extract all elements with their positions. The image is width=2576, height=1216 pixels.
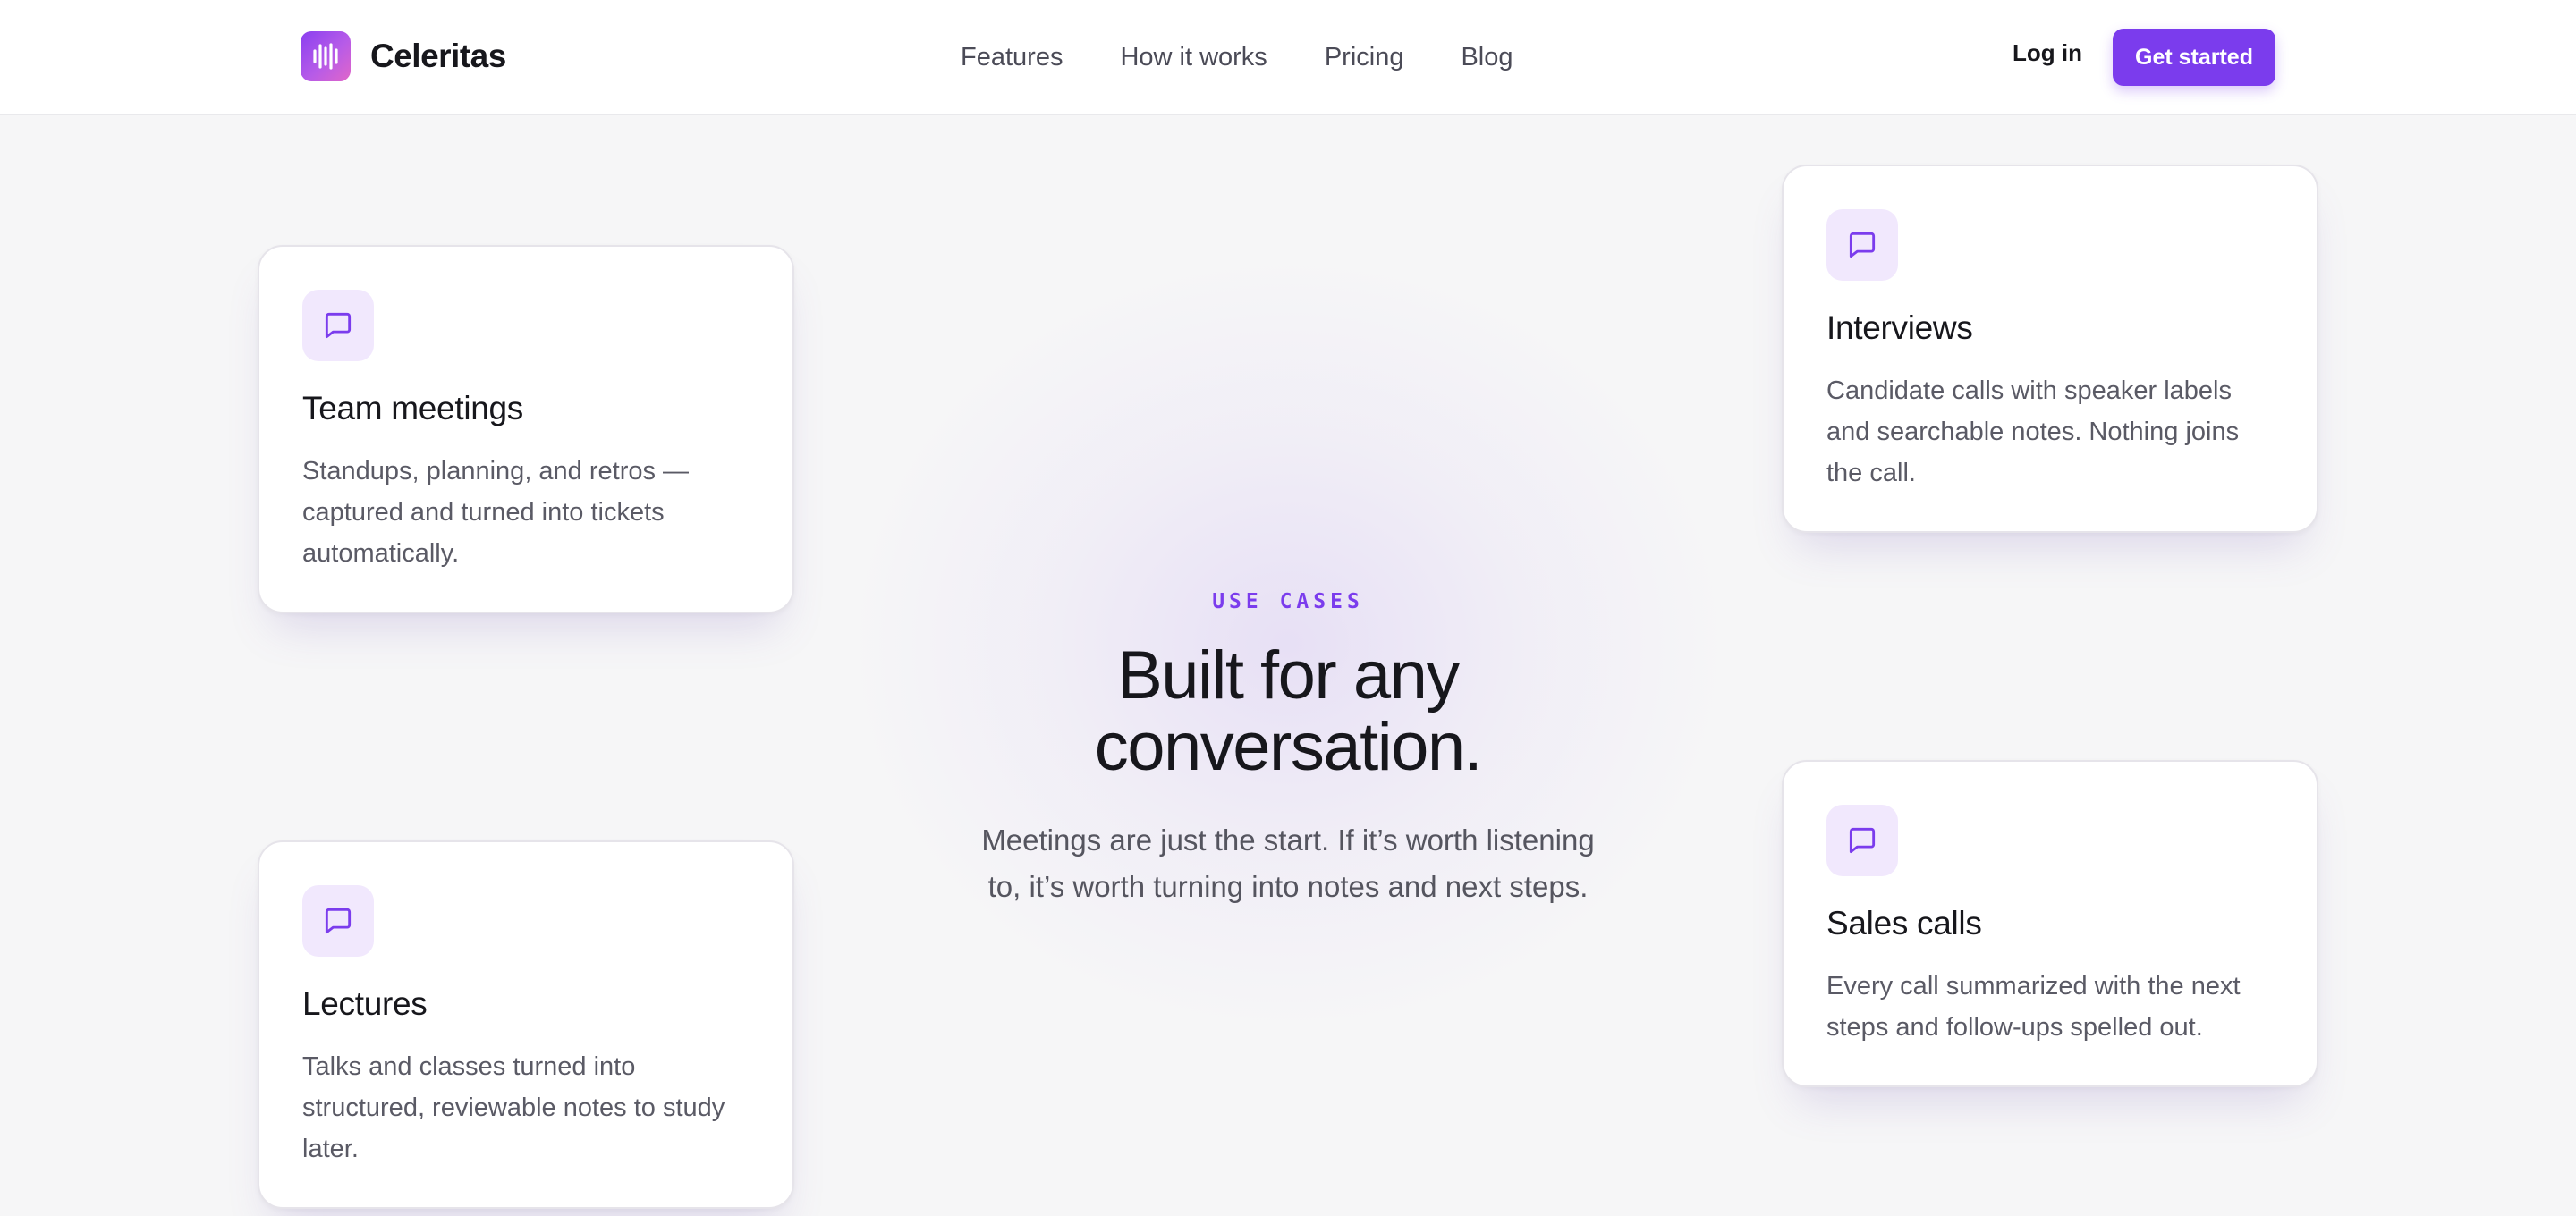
section-eyebrow: USE CASES xyxy=(1212,590,1364,613)
chat-bubble-icon xyxy=(1826,805,1898,876)
chat-bubble-icon xyxy=(1826,209,1898,281)
use-cases-hero: USE CASES Built for any conversation. Me… xyxy=(930,590,1646,910)
card-title: Interviews xyxy=(1826,309,1973,346)
nav-item-pricing[interactable]: Pricing xyxy=(1325,43,1404,72)
chat-bubble-icon xyxy=(302,290,374,361)
main-nav: Features How it works Pricing Blog xyxy=(961,36,1513,79)
nav-item-how-it-works[interactable]: How it works xyxy=(1120,43,1267,72)
site-header: Celeritas Features How it works Pricing … xyxy=(0,0,2576,115)
nav-item-blog[interactable]: Blog xyxy=(1461,43,1513,72)
section-subtitle: Meetings are just the start. If it’s wor… xyxy=(981,823,1595,903)
card-description: Every call summarized with the next step… xyxy=(1826,972,2241,1042)
use-case-card-interviews: Interviews Candidate calls with speaker … xyxy=(1782,165,2318,533)
section-headline: Built for any conversation. xyxy=(930,640,1646,783)
chat-bubble-icon xyxy=(302,885,374,957)
brand-link[interactable]: Celeritas xyxy=(301,31,506,81)
headline-line-2: conversation. xyxy=(1094,709,1483,785)
card-description: Candidate calls with speaker labels and … xyxy=(1826,376,2240,487)
use-case-card-lectures: Lectures Talks and classes turned into s… xyxy=(258,840,794,1209)
card-title: Lectures xyxy=(302,985,428,1022)
card-description: Talks and classes turned into structured… xyxy=(302,1052,725,1163)
card-description: Standups, planning, and retros — capture… xyxy=(302,457,690,568)
use-case-card-team-meetings: Team meetings Standups, planning, and re… xyxy=(258,245,794,613)
login-link[interactable]: Log in xyxy=(2012,39,2082,67)
nav-item-features[interactable]: Features xyxy=(961,43,1063,72)
get-started-button[interactable]: Get started xyxy=(2113,29,2275,86)
sound-wave-icon xyxy=(301,31,351,81)
card-title: Team meetings xyxy=(302,390,523,426)
headline-line-1: Built for any xyxy=(1117,638,1460,714)
use-case-card-sales-calls: Sales calls Every call summarized with t… xyxy=(1782,760,2318,1087)
brand-name: Celeritas xyxy=(370,38,506,74)
card-title: Sales calls xyxy=(1826,905,1982,942)
